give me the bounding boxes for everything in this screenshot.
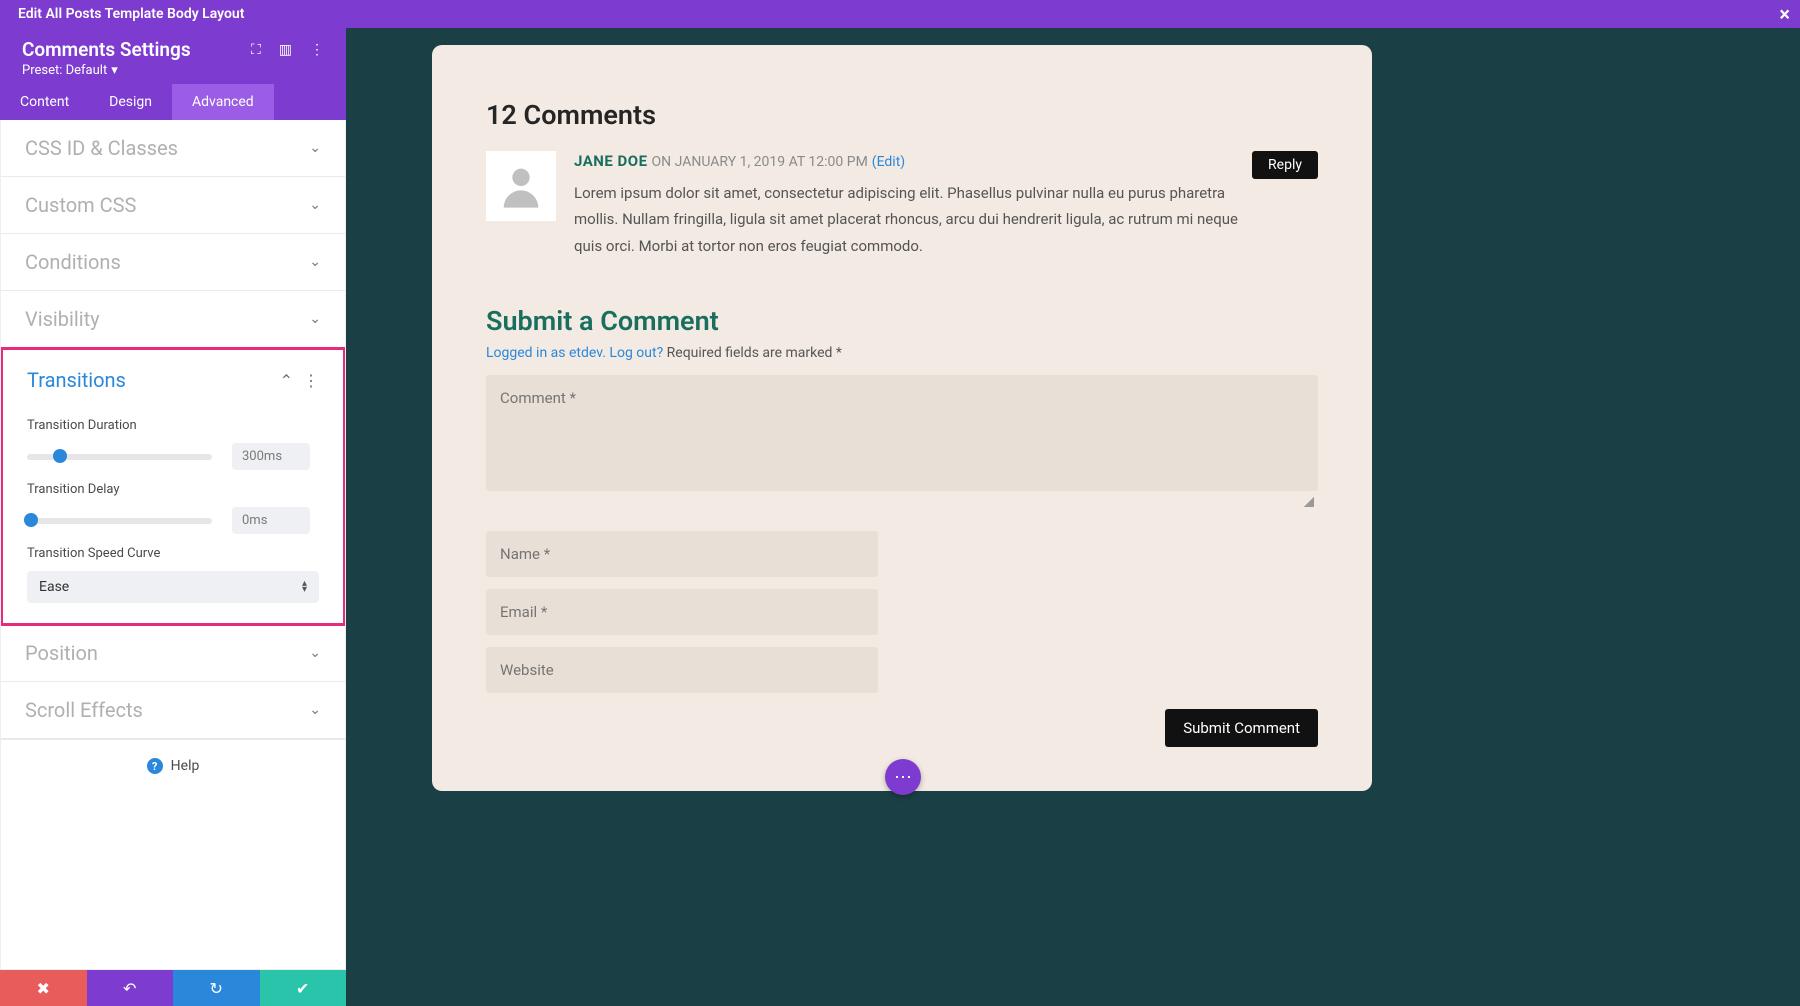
curve-select[interactable]: Ease ▴▾ — [27, 571, 319, 603]
comment-author: JANE DOE — [574, 152, 648, 170]
redo-button[interactable]: ↻ — [173, 970, 260, 1006]
floating-action-button[interactable]: ⋯ — [885, 759, 921, 795]
editor-topbar: Edit All Posts Template Body Layout × — [0, 0, 1800, 28]
chevron-down-icon: ⌄ — [309, 140, 321, 156]
section-transitions: Transitions ⌃ ⋮ Transition Duration 300m… — [0, 347, 346, 626]
section-custom-css[interactable]: Custom CSS ⌄ — [1, 177, 345, 234]
footer-buttons: ✖ ↶ ↻ ✔ — [0, 970, 346, 1006]
panel-header: Comments Settings ⛶ ▥ ⋮ Preset: Default … — [0, 28, 346, 84]
topbar-title: Edit All Posts Template Body Layout — [18, 6, 244, 22]
curve-label: Transition Speed Curve — [27, 546, 319, 561]
avatar — [486, 151, 556, 221]
chevron-down-icon: ▾ — [111, 63, 118, 78]
delay-label: Transition Delay — [27, 482, 319, 497]
undo-button[interactable]: ↶ — [87, 970, 174, 1006]
close-icon[interactable]: × — [1779, 2, 1790, 26]
expand-icon[interactable]: ⛶ — [251, 42, 261, 58]
submit-heading: Submit a Comment — [486, 305, 1318, 337]
chevron-up-icon: ⌃ — [280, 371, 293, 390]
duration-label: Transition Duration — [27, 418, 319, 433]
select-arrows-icon: ▴▾ — [302, 581, 307, 593]
delay-slider[interactable] — [27, 518, 212, 524]
comments-heading: 12 Comments — [486, 99, 1318, 131]
columns-icon[interactable]: ▥ — [279, 42, 292, 58]
section-position[interactable]: Position ⌄ — [1, 625, 345, 682]
comment-form: Submit Comment — [486, 375, 1318, 747]
chevron-down-icon: ⌄ — [309, 702, 321, 718]
cancel-button[interactable]: ✖ — [0, 970, 87, 1006]
duration-value[interactable]: 300ms — [232, 443, 310, 470]
email-field[interactable] — [486, 589, 878, 635]
sections-list: CSS ID & Classes ⌄ Custom CSS ⌄ Conditio… — [0, 120, 346, 970]
section-transitions-header[interactable]: Transitions ⌃ ⋮ — [3, 350, 343, 400]
preview-area: 12 Comments JANE DOE ON JANUARY 1, 2019 … — [432, 45, 1372, 791]
section-visibility[interactable]: Visibility ⌄ — [1, 291, 345, 348]
help-button[interactable]: ? Help — [1, 739, 345, 792]
save-button[interactable]: ✔ — [260, 970, 347, 1006]
delay-value[interactable]: 0ms — [232, 507, 310, 534]
duration-slider[interactable] — [27, 454, 212, 460]
reply-button[interactable]: Reply — [1252, 151, 1318, 179]
section-scroll[interactable]: Scroll Effects ⌄ — [1, 682, 345, 739]
panel-title: Comments Settings — [22, 38, 191, 61]
tab-design[interactable]: Design — [89, 84, 172, 120]
chevron-down-icon: ⌄ — [309, 197, 321, 213]
tab-advanced[interactable]: Advanced — [172, 84, 274, 120]
name-field[interactable] — [486, 531, 878, 577]
edit-link[interactable]: (Edit) — [872, 154, 905, 170]
section-css-id[interactable]: CSS ID & Classes ⌄ — [1, 120, 345, 177]
chevron-down-icon: ⌄ — [309, 645, 321, 661]
submit-comment-button[interactable]: Submit Comment — [1165, 709, 1318, 747]
settings-panel: Comments Settings ⛶ ▥ ⋮ Preset: Default … — [0, 28, 346, 1006]
logged-in-link[interactable]: Logged in as etdev. — [486, 345, 606, 361]
logged-in-line: Logged in as etdev. Log out? Required fi… — [486, 345, 1318, 361]
comment-textarea[interactable] — [486, 375, 1318, 491]
required-note: Required fields are marked * — [667, 345, 842, 361]
comment-text: Lorem ipsum dolor sit amet, consectetur … — [574, 180, 1238, 259]
more-icon[interactable]: ⋮ — [310, 42, 324, 58]
section-conditions[interactable]: Conditions ⌄ — [1, 234, 345, 291]
comment-item: JANE DOE ON JANUARY 1, 2019 AT 12:00 PM … — [486, 151, 1318, 259]
comment-date: ON JANUARY 1, 2019 AT 12:00 PM — [652, 154, 868, 170]
tab-content[interactable]: Content — [0, 84, 89, 120]
logout-link[interactable]: Log out? — [609, 345, 663, 361]
help-icon: ? — [147, 758, 163, 774]
website-field[interactable] — [486, 647, 878, 693]
more-icon[interactable]: ⋮ — [303, 371, 319, 390]
chevron-down-icon: ⌄ — [309, 254, 321, 270]
panel-tabs: Content Design Advanced — [0, 84, 346, 120]
preset-dropdown[interactable]: Preset: Default ▾ — [22, 63, 324, 78]
chevron-down-icon: ⌄ — [309, 311, 321, 327]
